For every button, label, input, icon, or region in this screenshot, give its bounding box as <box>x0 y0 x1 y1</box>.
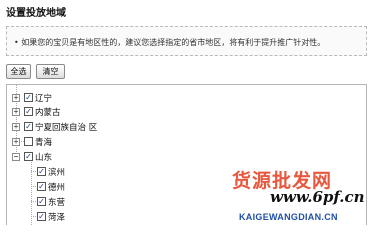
tree-item-label: 辽宁 <box>35 93 53 104</box>
tree-item-shandong[interactable]: − ✓ 山东 <box>12 150 52 163</box>
watermark-domain: KAIGEWANGDIAN.CN <box>239 212 338 222</box>
checkbox-checked-icon[interactable]: ✓ <box>24 122 33 131</box>
select-all-button[interactable]: 全选 <box>6 64 31 79</box>
tree-item-dongying[interactable]: ✓ 东营 <box>37 195 65 208</box>
tree-item-label: 德州 <box>48 182 66 193</box>
checkbox-checked-icon[interactable]: ✓ <box>37 167 46 176</box>
tree-item-dezhou[interactable]: ✓ 德州 <box>37 180 65 193</box>
watermark-logo: 货源批发网 www.6pf.cn KAIGEWANGDIAN.CN <box>232 166 373 225</box>
checkbox-unchecked-icon[interactable] <box>24 137 33 146</box>
page-title: 设置投放地域 <box>6 8 66 19</box>
tree-item-ningxia[interactable]: + ✓ 宁夏回族自治 区 <box>12 120 97 133</box>
collapse-minus-icon[interactable]: − <box>12 152 20 161</box>
expand-plus-icon[interactable]: + <box>12 93 20 102</box>
tree-item-liaoning[interactable]: + ✓ 辽宁 <box>12 91 52 104</box>
expand-plus-icon[interactable]: + <box>12 122 20 131</box>
checkbox-checked-icon[interactable]: ✓ <box>24 93 33 102</box>
tree-item-label: 菏泽 <box>48 212 66 223</box>
watermark-url: www.6pf.cn <box>270 188 365 206</box>
info-notice: • 如果您的宝贝是有地区性的，建议您选择指定的省市地区，将有利于提升推广针对性。 <box>6 26 367 56</box>
tree-item-label: 山东 <box>35 152 53 163</box>
tree-item-qinghai[interactable]: + 青海 <box>12 135 52 148</box>
checkbox-checked-icon[interactable]: ✓ <box>37 182 46 191</box>
tree-item-label: 宁夏回族自治 区 <box>35 122 98 133</box>
checkbox-checked-icon[interactable]: ✓ <box>37 212 46 221</box>
tree-item-neimenggu[interactable]: + ✓ 内蒙古 <box>12 105 61 118</box>
tree-item-label: 东营 <box>48 197 66 208</box>
tree-item-heze[interactable]: ✓ 菏泽 <box>37 210 65 223</box>
checkbox-checked-icon[interactable]: ✓ <box>24 152 33 161</box>
tree-item-label: 青海 <box>35 137 53 148</box>
tree-item-label: 滨州 <box>48 167 66 178</box>
expand-plus-icon[interactable]: + <box>12 137 20 146</box>
clear-button[interactable]: 清空 <box>36 64 65 79</box>
checkbox-checked-icon[interactable]: ✓ <box>24 107 33 116</box>
tree-item-label: 内蒙古 <box>35 107 61 118</box>
checkbox-checked-icon[interactable]: ✓ <box>37 197 46 206</box>
tree-item-binzhou[interactable]: ✓ 滨州 <box>37 165 65 178</box>
expand-plus-icon[interactable]: + <box>12 107 20 116</box>
